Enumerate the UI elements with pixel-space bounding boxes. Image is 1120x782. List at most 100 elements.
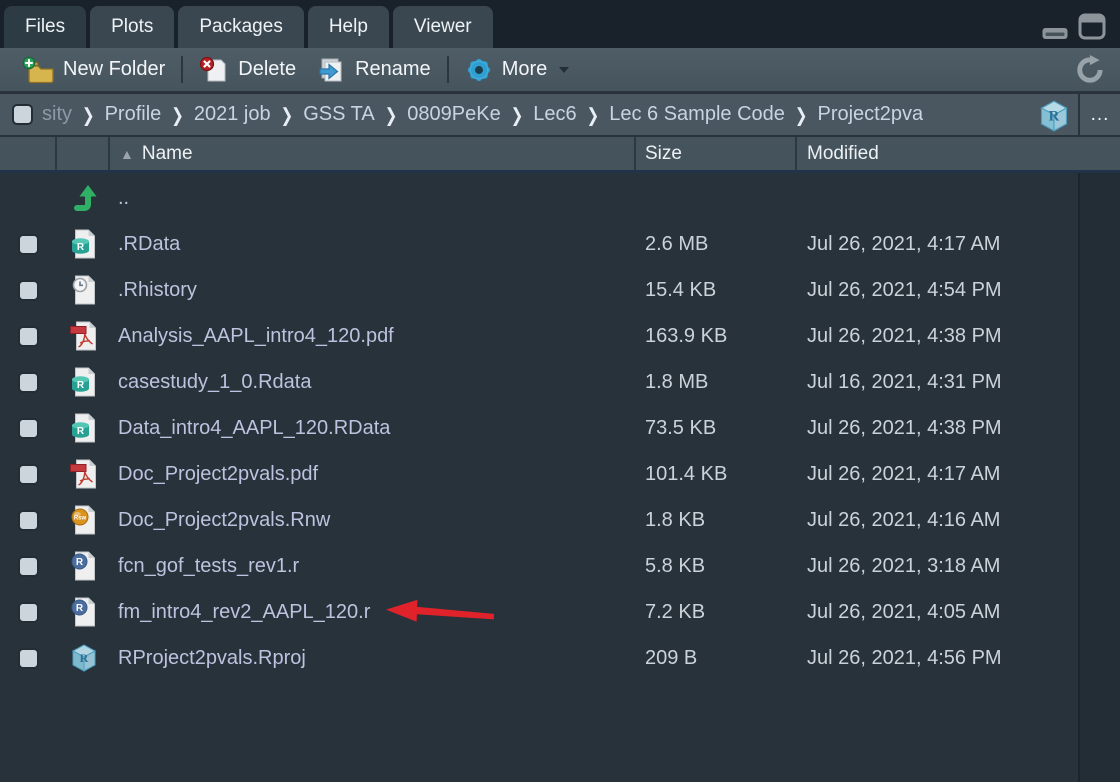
svg-text:R: R xyxy=(1049,109,1060,125)
header-size-label: Size xyxy=(645,143,682,165)
row-name-cell: casestudy_1_0.Rdata xyxy=(110,371,636,394)
file-modified: Jul 26, 2021, 4:56 PM xyxy=(797,647,1120,670)
rscript-file-icon: R xyxy=(70,551,97,581)
breadcrumb-item[interactable]: Project2pva xyxy=(817,103,923,126)
file-name-link[interactable]: Analysis_AAPL_intro4_120.pdf xyxy=(118,325,394,348)
header-name-column[interactable]: ▲ Name xyxy=(110,137,636,170)
row-icon-cell: R xyxy=(57,597,110,627)
tab-plots[interactable]: Plots xyxy=(90,6,174,48)
file-name-link[interactable]: fm_intro4_rev2_AAPL_120.r xyxy=(118,601,370,624)
breadcrumb-overflow-button[interactable]: ... xyxy=(1078,94,1120,135)
header-modified-column[interactable]: Modified xyxy=(797,137,1120,170)
file-name-link[interactable]: Doc_Project2pvals.Rnw xyxy=(118,509,330,532)
toolbar-separator xyxy=(181,56,183,83)
rproj-file-icon: R xyxy=(70,643,98,673)
file-checkbox[interactable] xyxy=(18,556,39,577)
file-modified: Jul 26, 2021, 3:18 AM xyxy=(797,555,1120,578)
file-name-link[interactable]: Doc_Project2pvals.pdf xyxy=(118,463,318,486)
table-row[interactable]: Rfcn_gof_tests_rev1.r 5.8 KBJul 26, 2021,… xyxy=(0,543,1120,589)
row-name-cell: fcn_gof_tests_rev1.r xyxy=(110,555,636,578)
more-label: More xyxy=(502,58,548,81)
row-icon-cell: R xyxy=(57,229,110,259)
svg-text:Rsw: Rsw xyxy=(74,516,87,522)
table-row[interactable]: .Rhistory15.4 KBJul 26, 2021, 4:54 PM xyxy=(0,267,1120,313)
rdata-file-icon: R xyxy=(70,367,97,397)
table-row[interactable]: RswDoc_Project2pvals.Rnw1.8 KBJul 26, 20… xyxy=(0,497,1120,543)
row-name-cell: Data_intro4_AAPL_120.RData xyxy=(110,417,636,440)
minimize-pane-button[interactable] xyxy=(1042,27,1068,40)
row-name-cell: Analysis_AAPL_intro4_120.pdf xyxy=(110,325,636,348)
rename-button[interactable]: Rename xyxy=(306,48,441,91)
file-checkbox[interactable] xyxy=(18,648,39,669)
file-checkbox[interactable] xyxy=(18,280,39,301)
refresh-button[interactable] xyxy=(1074,55,1108,85)
file-checkbox[interactable] xyxy=(18,372,39,393)
file-name-link[interactable]: .. xyxy=(118,187,129,210)
row-checkbox-cell xyxy=(0,372,57,393)
breadcrumb-item[interactable]: Lec6 xyxy=(533,103,576,126)
breadcrumb: sity❯Profile❯2021 job❯GSS TA❯0809PeKe❯Le… xyxy=(42,103,923,126)
sort-ascending-triangle-icon: ▲ xyxy=(120,146,134,162)
row-checkbox-cell xyxy=(0,602,57,623)
file-name-link[interactable]: fcn_gof_tests_rev1.r xyxy=(118,555,299,578)
row-name-cell: .. xyxy=(110,187,636,210)
file-checkbox[interactable] xyxy=(18,418,39,439)
row-icon-cell: R xyxy=(57,551,110,581)
row-icon-cell xyxy=(57,459,110,489)
file-size: 5.8 KB xyxy=(636,555,797,578)
table-row[interactable]: RData_intro4_AAPL_120.RData73.5 KBJul 26… xyxy=(0,405,1120,451)
file-checkbox[interactable] xyxy=(18,464,39,485)
breadcrumb-item[interactable]: 2021 job xyxy=(194,103,271,126)
file-name-link[interactable]: casestudy_1_0.Rdata xyxy=(118,371,311,394)
row-name-cell: fm_intro4_rev2_AAPL_120.r xyxy=(110,599,636,625)
row-icon-cell: Rsw xyxy=(57,505,110,535)
header-size-column[interactable]: Size xyxy=(636,137,797,170)
table-row[interactable]: Analysis_AAPL_intro4_120.pdf163.9 KBJul … xyxy=(0,313,1120,359)
row-icon-cell xyxy=(57,183,110,213)
file-size: 1.8 KB xyxy=(636,509,797,532)
row-name-cell: RProject2pvals.Rproj xyxy=(110,647,636,670)
table-row[interactable]: Rfm_intro4_rev2_AAPL_120.r7.2 KBJul 26, … xyxy=(0,589,1120,635)
table-row[interactable]: R.RData2.6 MBJul 26, 2021, 4:17 AM xyxy=(0,221,1120,267)
maximize-pane-button[interactable] xyxy=(1078,13,1106,40)
file-checkbox[interactable] xyxy=(18,602,39,623)
breadcrumb-item-truncated[interactable]: sity xyxy=(42,103,72,126)
file-checkbox[interactable] xyxy=(18,326,39,347)
rnw-file-icon: Rsw xyxy=(70,505,97,535)
select-all-checkbox[interactable] xyxy=(12,104,33,125)
toolbar-separator xyxy=(447,56,449,83)
up-arrow-icon xyxy=(70,183,98,213)
file-checkbox[interactable] xyxy=(18,510,39,531)
file-name-link[interactable]: .Rhistory xyxy=(118,279,197,302)
maximize-icon xyxy=(1078,13,1106,40)
more-button[interactable]: More xyxy=(455,48,581,91)
file-name-link[interactable]: Data_intro4_AAPL_120.RData xyxy=(118,417,390,440)
tab-packages[interactable]: Packages xyxy=(178,6,303,48)
breadcrumb-item[interactable]: Lec 6 Sample Code xyxy=(609,103,785,126)
file-checkbox[interactable] xyxy=(18,234,39,255)
file-size: 2.6 MB xyxy=(636,233,797,256)
table-row[interactable]: Rcasestudy_1_0.Rdata1.8 MBJul 16, 2021, … xyxy=(0,359,1120,405)
table-row[interactable]: Doc_Project2pvals.pdf101.4 KBJul 26, 202… xyxy=(0,451,1120,497)
file-table-header: ▲ Name Size Modified xyxy=(0,135,1120,170)
tab-viewer[interactable]: Viewer xyxy=(393,6,493,48)
tab-help[interactable]: Help xyxy=(308,6,389,48)
table-row[interactable]: .. xyxy=(0,175,1120,221)
file-name-link[interactable]: .RData xyxy=(118,233,180,256)
breadcrumb-item[interactable]: Profile xyxy=(105,103,162,126)
new-folder-button[interactable]: New Folder xyxy=(12,48,175,91)
rdata-file-icon: R xyxy=(70,413,97,443)
file-name-link[interactable]: RProject2pvals.Rproj xyxy=(118,647,306,670)
tab-files[interactable]: Files xyxy=(4,6,86,48)
header-checkbox-column xyxy=(0,137,57,170)
svg-text:R: R xyxy=(79,651,88,665)
files-toolbar: New Folder Delete Rename xyxy=(0,48,1120,92)
delete-icon xyxy=(199,56,229,84)
breadcrumb-item[interactable]: 0809PeKe xyxy=(407,103,500,126)
row-name-cell: .RData xyxy=(110,233,636,256)
file-size: 101.4 KB xyxy=(636,463,797,486)
table-row[interactable]: RRProject2pvals.Rproj209 BJul 26, 2021, … xyxy=(0,635,1120,681)
breadcrumb-item[interactable]: GSS TA xyxy=(303,103,375,126)
delete-button[interactable]: Delete xyxy=(189,48,306,91)
chevron-right-icon: ❯ xyxy=(587,103,600,126)
